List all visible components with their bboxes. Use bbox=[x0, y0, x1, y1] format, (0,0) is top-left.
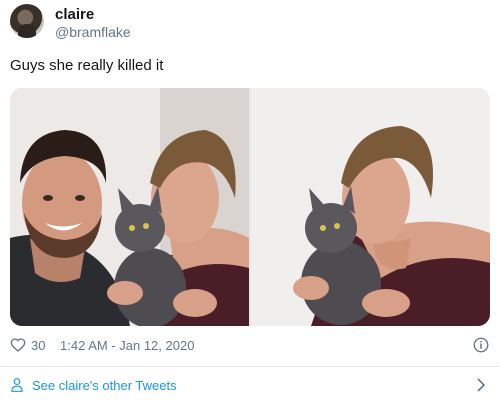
like-count[interactable]: 30 bbox=[31, 338, 45, 353]
see-other-tweets-label[interactable]: See claire's other Tweets bbox=[32, 378, 177, 393]
heart-icon[interactable] bbox=[10, 337, 26, 353]
tweet-meta: 30 1:42 AM - Jan 12, 2020 bbox=[10, 336, 490, 356]
photo-selfie-with-kitten[interactable] bbox=[10, 88, 249, 326]
tweet-media[interactable] bbox=[10, 88, 490, 326]
tweet-card: claire @bramflake Guys she really killed… bbox=[0, 0, 500, 404]
tweet-timestamp[interactable]: 1:42 AM - Jan 12, 2020 bbox=[60, 338, 194, 353]
tweet-header: claire @bramflake bbox=[10, 4, 490, 42]
person-icon bbox=[11, 378, 23, 392]
photo-selfie-image bbox=[10, 88, 249, 326]
photo-kitten-image bbox=[251, 88, 490, 326]
avatar[interactable] bbox=[10, 4, 44, 38]
info-icon[interactable] bbox=[472, 336, 490, 354]
photo-woman-kissing-kitten[interactable] bbox=[251, 88, 490, 326]
divider bbox=[0, 366, 500, 367]
author-name[interactable]: claire bbox=[55, 6, 94, 23]
see-other-tweets-link[interactable]: See claire's other Tweets bbox=[10, 376, 490, 396]
tweet-text: Guys she really killed it bbox=[10, 57, 164, 74]
author-handle[interactable]: @bramflake bbox=[55, 24, 131, 40]
chevron-right-icon[interactable] bbox=[476, 378, 486, 392]
